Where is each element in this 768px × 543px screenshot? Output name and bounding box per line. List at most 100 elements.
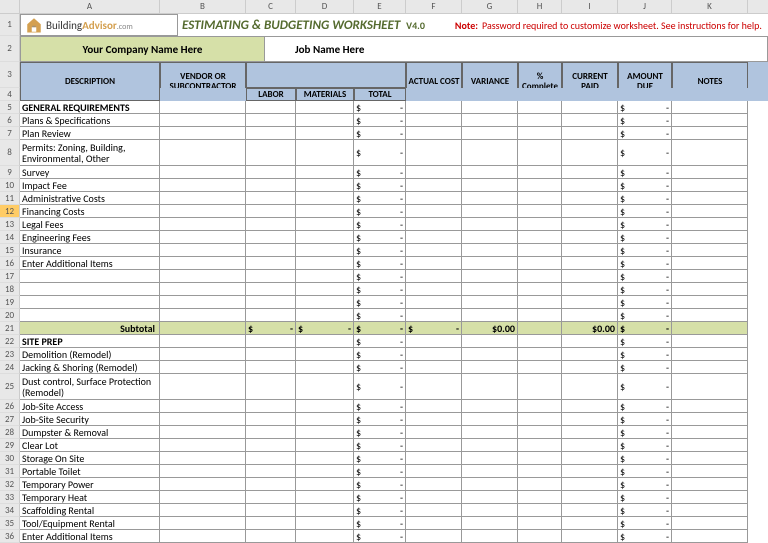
money-cell[interactable]: $- [618,101,672,114]
cell[interactable] [672,283,748,296]
cell[interactable] [462,114,518,127]
money-cell[interactable]: $- [618,166,672,179]
money-cell[interactable]: $- [618,361,672,374]
cell[interactable] [246,218,296,231]
cell[interactable] [246,231,296,244]
column-letter[interactable]: A [20,0,160,13]
money-cell[interactable]: $- [618,244,672,257]
cell[interactable] [296,179,354,192]
cell[interactable] [296,491,354,504]
cell[interactable] [160,335,246,348]
money-cell[interactable]: $- [618,218,672,231]
cell[interactable] [296,478,354,491]
row-number[interactable]: 28 [0,426,20,439]
section-label[interactable]: GENERAL REQUIREMENTS [20,101,160,114]
cell[interactable] [462,270,518,283]
row-number[interactable]: 8 [0,140,20,166]
cell[interactable] [518,114,562,127]
cell[interactable] [246,374,296,400]
money-cell[interactable]: $- [618,530,672,543]
money-cell[interactable]: $- [618,309,672,322]
money-cell[interactable]: $- [618,348,672,361]
cell[interactable] [406,127,462,140]
money-cell[interactable]: $- [618,231,672,244]
cell[interactable] [462,530,518,543]
money-cell[interactable]: $- [618,439,672,452]
cell[interactable] [562,452,618,465]
cell[interactable] [672,101,748,114]
row-number[interactable]: 24 [0,361,20,374]
cell[interactable] [296,270,354,283]
job-name-cell[interactable]: Job Name Here [265,36,768,62]
cell[interactable] [462,348,518,361]
money-cell[interactable]: $- [354,244,406,257]
cell[interactable] [518,296,562,309]
description-cell[interactable]: Survey [20,166,160,179]
cell[interactable] [296,114,354,127]
cell[interactable] [406,114,462,127]
cell[interactable] [462,101,518,114]
cell[interactable] [672,361,748,374]
row-number[interactable]: 29 [0,439,20,452]
cell[interactable] [296,101,354,114]
cell[interactable] [160,413,246,426]
cell[interactable] [462,491,518,504]
money-cell[interactable]: $- [618,491,672,504]
cell[interactable] [296,218,354,231]
money-cell[interactable]: $- [354,192,406,205]
cell[interactable] [462,179,518,192]
cell[interactable] [518,413,562,426]
row-number[interactable]: 33 [0,491,20,504]
row-number[interactable]: 11 [0,192,20,205]
money-cell[interactable]: $- [354,478,406,491]
cell[interactable] [296,374,354,400]
cell[interactable] [672,192,748,205]
cell[interactable] [296,413,354,426]
cell[interactable] [562,309,618,322]
column-letter[interactable]: D [296,0,354,13]
money-cell[interactable]: $- [618,413,672,426]
money-cell[interactable]: $- [354,348,406,361]
money-cell[interactable]: $- [618,400,672,413]
cell[interactable] [672,478,748,491]
cell[interactable] [562,478,618,491]
description-cell[interactable]: Storage On Site [20,452,160,465]
cell[interactable] [562,101,618,114]
cell[interactable] [296,361,354,374]
cell[interactable] [296,309,354,322]
cell[interactable] [672,400,748,413]
cell[interactable] [518,283,562,296]
description-cell[interactable]: Insurance [20,244,160,257]
cell[interactable] [160,439,246,452]
cell[interactable] [518,270,562,283]
money-cell[interactable]: $- [618,179,672,192]
cell[interactable] [406,439,462,452]
description-cell[interactable]: Scaffolding Rental [20,504,160,517]
cell[interactable] [296,400,354,413]
cell[interactable] [518,439,562,452]
money-cell[interactable]: $- [618,465,672,478]
cell[interactable] [406,179,462,192]
company-name-cell[interactable]: Your Company Name Here [20,36,265,62]
money-cell[interactable]: $- [296,322,354,335]
cell[interactable] [406,166,462,179]
money-cell[interactable]: $- [618,127,672,140]
cell[interactable] [518,374,562,400]
cell[interactable] [518,400,562,413]
cell[interactable] [296,426,354,439]
cell[interactable] [296,296,354,309]
cell[interactable] [562,205,618,218]
description-cell[interactable]: Job-Site Access [20,400,160,413]
money-cell[interactable]: $- [354,335,406,348]
row-number[interactable]: 9 [0,166,20,179]
money-cell[interactable]: $- [618,335,672,348]
cell[interactable] [406,244,462,257]
cell[interactable] [246,400,296,413]
money-cell[interactable]: $- [618,283,672,296]
cell[interactable] [160,491,246,504]
cell[interactable] [296,192,354,205]
cell[interactable] [672,413,748,426]
cell[interactable] [406,413,462,426]
cell[interactable] [246,361,296,374]
cell[interactable] [562,283,618,296]
